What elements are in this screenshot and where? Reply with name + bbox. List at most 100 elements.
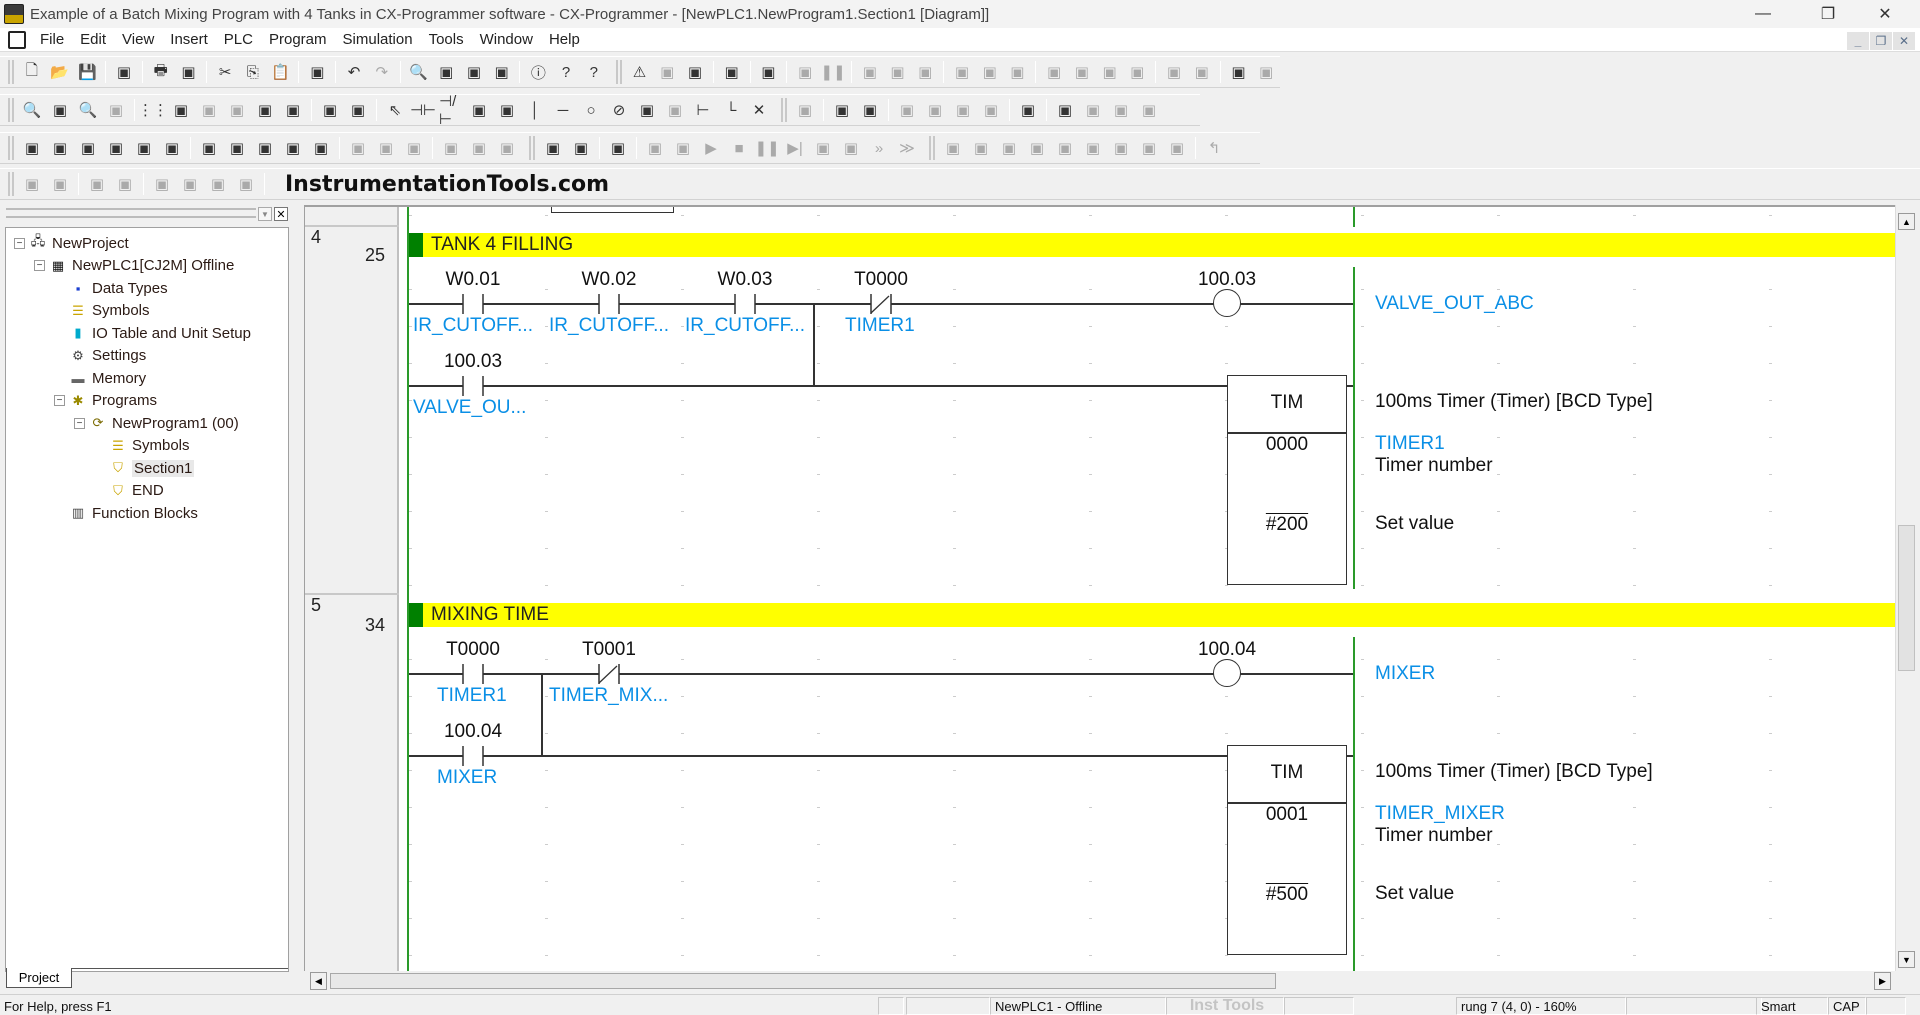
- tree-item-data-types[interactable]: ▪ Data Types: [69, 277, 168, 299]
- vertical-scrollbar[interactable]: ▲ ▼: [1895, 205, 1916, 971]
- hand-icon[interactable]: ▣: [643, 136, 667, 160]
- tree-item-programs[interactable]: − ✱ Programs: [54, 390, 157, 412]
- toolbar-grip[interactable]: [529, 136, 535, 160]
- output-coil[interactable]: [1213, 659, 1241, 687]
- list-icon[interactable]: ▣: [85, 172, 109, 196]
- download-icon[interactable]: ▣: [830, 98, 854, 122]
- menu-help[interactable]: Help: [541, 31, 588, 48]
- scroll-right-button[interactable]: ▶: [1874, 972, 1891, 990]
- connect-line-icon[interactable]: └: [719, 98, 743, 122]
- select-icon[interactable]: ⇖: [383, 98, 407, 122]
- no-contact[interactable]: [731, 293, 759, 315]
- online-edit-send-icon[interactable]: ▣: [978, 60, 1002, 84]
- output-window-icon[interactable]: ▣: [132, 136, 156, 160]
- transfer-to-plc-icon[interactable]: ▣: [858, 60, 882, 84]
- menu-edit[interactable]: Edit: [72, 31, 114, 48]
- indent-right-icon[interactable]: ▣: [48, 172, 72, 196]
- undo-icon[interactable]: ↶: [342, 60, 366, 84]
- copy-icon[interactable]: ⎘: [241, 60, 265, 84]
- force-all-icon[interactable]: ▣: [979, 98, 1003, 122]
- address-icon[interactable]: ▣: [309, 136, 333, 160]
- io-monitor-icon[interactable]: ▣: [1190, 60, 1214, 84]
- release-protect-icon[interactable]: ▣: [1254, 60, 1278, 84]
- menu-program[interactable]: Program: [261, 31, 335, 48]
- output-coil[interactable]: [1213, 289, 1241, 317]
- restore-button[interactable]: ❐: [1805, 0, 1851, 28]
- scroll-left-button[interactable]: ◀: [310, 972, 327, 990]
- branch-icon[interactable]: ⊢: [691, 98, 715, 122]
- info-icon[interactable]: ⓘ: [526, 60, 550, 84]
- io-table-icon[interactable]: ▣: [1016, 98, 1040, 122]
- print-icon[interactable]: 🖶: [149, 60, 173, 84]
- time-chart-icon[interactable]: ▣: [1098, 60, 1122, 84]
- block-icon-3[interactable]: ▣: [997, 136, 1021, 160]
- tab-project[interactable]: Project: [6, 968, 72, 988]
- simulation-icon[interactable]: ▣: [793, 98, 817, 122]
- menu-tools[interactable]: Tools: [421, 31, 472, 48]
- minimize-button[interactable]: —: [1740, 0, 1786, 28]
- find-error-icon[interactable]: ▣: [683, 60, 707, 84]
- action-icon-3[interactable]: ▣: [206, 172, 230, 196]
- step-out-sim-icon[interactable]: ▣: [839, 136, 863, 160]
- monitor-icon[interactable]: ▣: [606, 136, 630, 160]
- new-icon[interactable]: 🗋: [20, 60, 44, 84]
- print-preview-project-icon[interactable]: ▣: [112, 60, 136, 84]
- return-icon[interactable]: ↰: [1202, 136, 1226, 160]
- save-icon[interactable]: 💾: [75, 60, 99, 84]
- zoom-disabled-icon[interactable]: ▣: [104, 98, 128, 122]
- action-icon-1[interactable]: ▣: [150, 172, 174, 196]
- transfer-from-plc-icon[interactable]: ▣: [886, 60, 910, 84]
- redo-icon[interactable]: ↷: [370, 60, 394, 84]
- indent-left-icon[interactable]: ▣: [20, 172, 44, 196]
- run-icon[interactable]: ▶: [699, 136, 723, 160]
- zoom-out-icon[interactable]: 🔍: [20, 98, 44, 122]
- branch-icon-1[interactable]: ▣: [1053, 136, 1077, 160]
- tree-item-newproject[interactable]: − 🖧 NewProject: [14, 232, 129, 254]
- block-icon-4[interactable]: ▣: [1025, 136, 1049, 160]
- scroll-down-button[interactable]: ▼: [1898, 951, 1915, 968]
- block-icon-2[interactable]: ▣: [969, 136, 993, 160]
- pause-icon[interactable]: ❚❚: [754, 136, 779, 160]
- upload-icon[interactable]: ▣: [858, 98, 882, 122]
- collapse-toggle-icon[interactable]: −: [14, 237, 25, 249]
- project-window-icon[interactable]: ▣: [20, 136, 44, 160]
- stop-monitoring-icon[interactable]: ▣: [793, 60, 817, 84]
- rung-comment[interactable]: TANK 4 FILLING: [409, 233, 1895, 257]
- cut-icon[interactable]: ✂: [213, 60, 237, 84]
- contact-no-icon[interactable]: ⊣⊢: [410, 98, 436, 122]
- ci-icon[interactable]: ▣: [346, 98, 370, 122]
- watch-window-icon[interactable]: ▣: [281, 136, 305, 160]
- force-off-icon[interactable]: ▣: [923, 98, 947, 122]
- horizontal-scroll-thumb[interactable]: [330, 973, 1276, 989]
- mdi-restore-button[interactable]: ❐: [1870, 32, 1892, 50]
- program-check-icon[interactable]: ▣: [720, 60, 744, 84]
- paste-special-icon[interactable]: ▣: [305, 60, 329, 84]
- differential-monitor-icon[interactable]: ▣: [1162, 60, 1186, 84]
- scroll-up-button[interactable]: ▲: [1898, 213, 1915, 230]
- no-contact[interactable]: [459, 663, 487, 685]
- menu-view[interactable]: View: [114, 31, 162, 48]
- branch-icon-3[interactable]: ▣: [1109, 136, 1133, 160]
- step-in-icon[interactable]: ▣: [439, 136, 463, 160]
- vertical-scroll-thumb[interactable]: [1898, 525, 1915, 671]
- replace-icon[interactable]: ▣: [434, 60, 458, 84]
- grid-icon[interactable]: ⋮⋮: [138, 98, 168, 122]
- zoom-in-icon[interactable]: 🔍: [76, 98, 100, 122]
- toolbar-grip[interactable]: [615, 60, 622, 84]
- toolbar-grip[interactable]: [8, 172, 14, 196]
- cross-ref-icon[interactable]: ▣: [197, 136, 221, 160]
- block-icon-1[interactable]: ▣: [941, 136, 965, 160]
- mdi-close-button[interactable]: ✕: [1893, 32, 1915, 50]
- vertical-line-icon[interactable]: │: [523, 98, 547, 122]
- print-preview-icon[interactable]: ▣: [177, 60, 201, 84]
- toolbar-grip[interactable]: [8, 60, 14, 84]
- show-comments-icon[interactable]: ▣: [169, 98, 193, 122]
- step-out-icon[interactable]: ▣: [467, 136, 491, 160]
- step-icon[interactable]: ▶|: [783, 136, 807, 160]
- toolbar-grip[interactable]: [781, 98, 787, 122]
- tree-item-io-table-and-unit-setup[interactable]: ▮ IO Table and Unit Setup: [69, 322, 251, 344]
- ladder-view-icon[interactable]: ▣: [76, 136, 100, 160]
- build-icon[interactable]: ▣: [48, 136, 72, 160]
- nc-contact[interactable]: [595, 663, 623, 685]
- panel-close-button[interactable]: ✕: [274, 207, 288, 221]
